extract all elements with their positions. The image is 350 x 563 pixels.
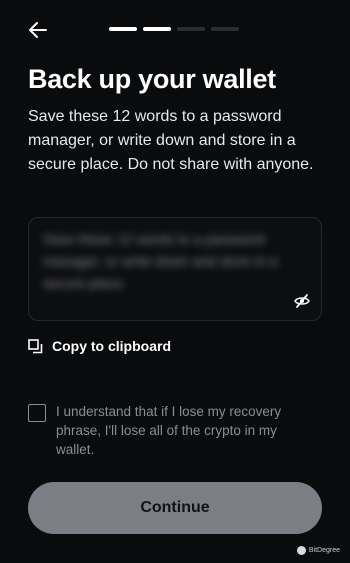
watermark-text: BitDegree [308,547,340,554]
progress-indicator [109,27,239,31]
watermark-logo-icon [296,546,306,555]
progress-step-3 [177,27,205,31]
arrow-left-icon [29,22,47,38]
agreement-checkbox[interactable] [28,404,46,422]
progress-step-4 [211,27,239,31]
watermark: BitDegree [296,546,340,555]
copy-icon [28,338,43,353]
page-subtitle: Save these 12 words to a password manage… [28,108,314,173]
agreement-text: I understand that if I lose my recovery … [56,404,282,457]
page-title: Back up your wallet [28,64,276,94]
copy-label: Copy to clipboard [52,338,171,354]
back-button[interactable] [26,20,50,40]
continue-button[interactable]: Continue [28,482,322,534]
reveal-phrase-button[interactable] [293,292,311,310]
recovery-phrase-box: Save these 12 words to a password manage… [28,217,322,321]
copy-to-clipboard-button[interactable]: Copy to clipboard [28,338,171,354]
eye-off-icon [294,294,310,308]
progress-step-2 [143,27,171,31]
progress-step-1 [109,27,137,31]
agreement-row[interactable]: I understand that if I lose my recovery … [28,402,306,459]
recovery-phrase-hidden: Save these 12 words to a password manage… [43,231,278,291]
